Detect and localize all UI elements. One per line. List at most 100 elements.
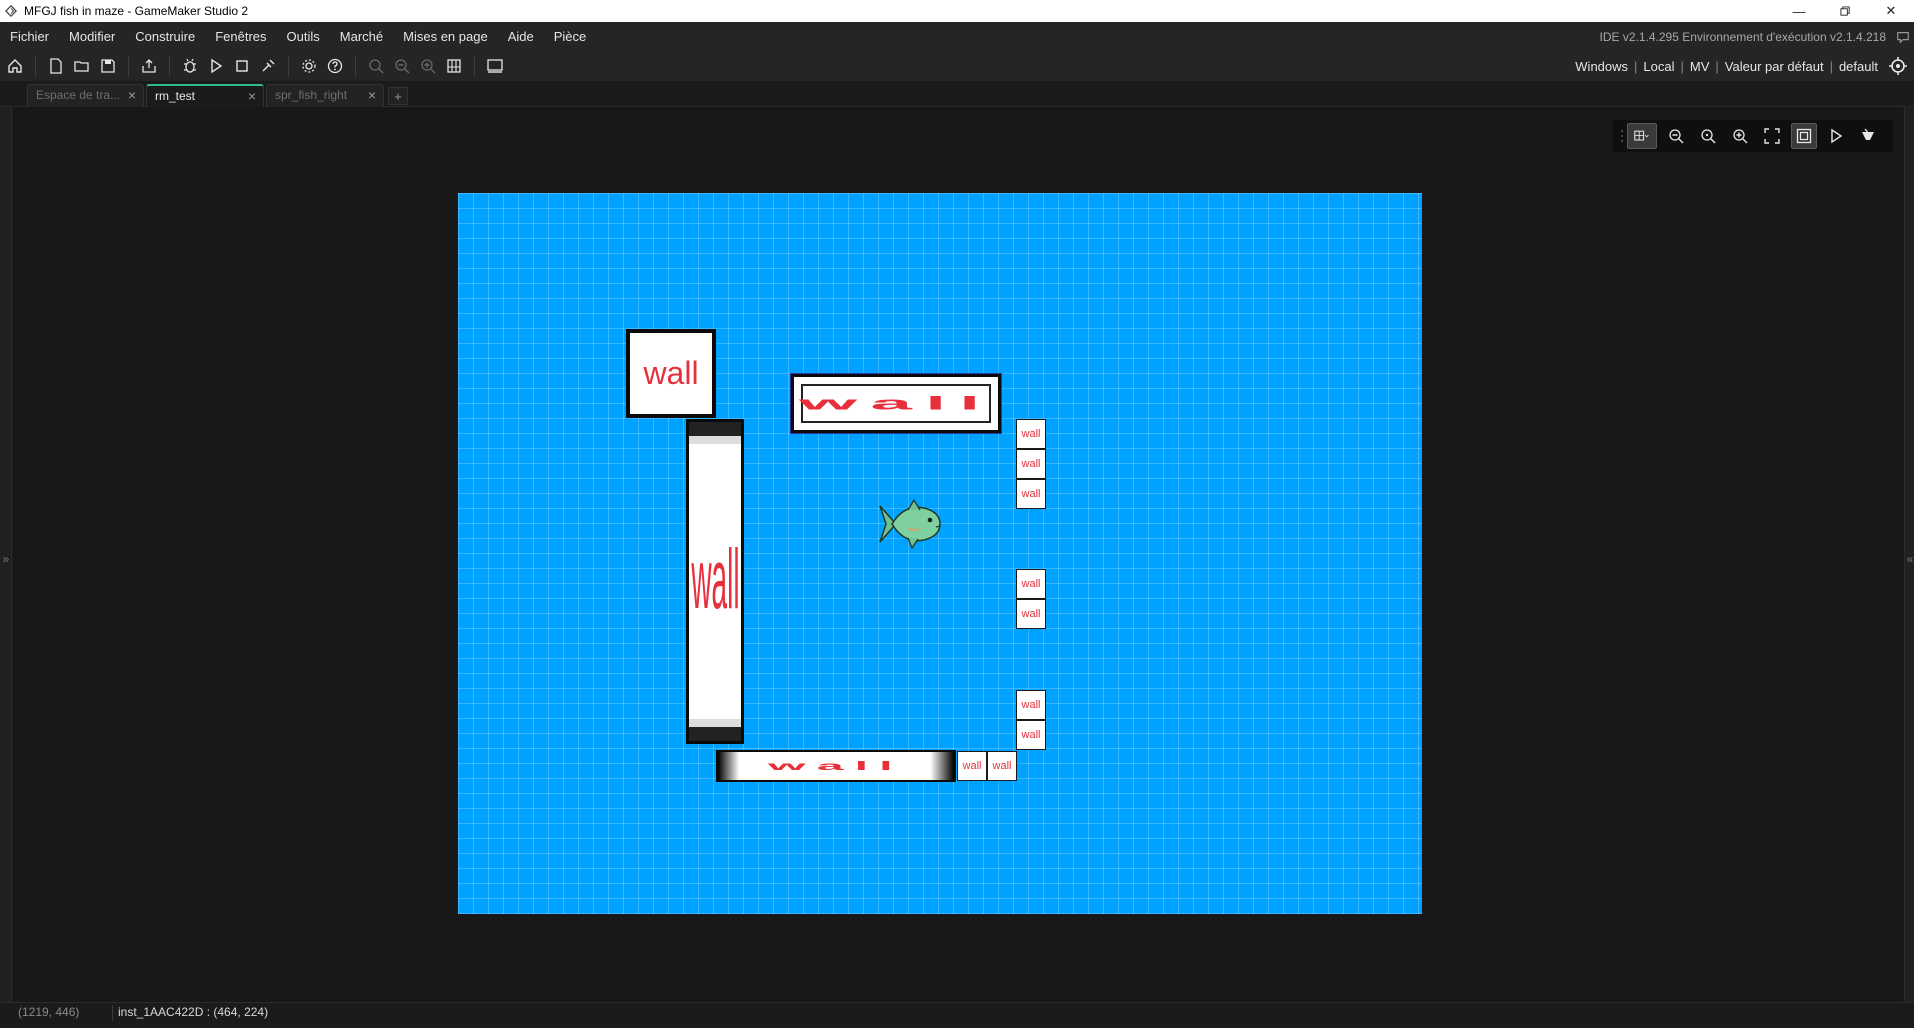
wall-instance[interactable]: wall xyxy=(686,419,744,744)
wall-instance[interactable]: wall xyxy=(1016,720,1046,750)
menu-outils[interactable]: Outils xyxy=(277,22,330,51)
menu-marche[interactable]: Marché xyxy=(330,22,393,51)
wall-label: wall xyxy=(962,760,982,772)
add-tab-button[interactable]: + xyxy=(388,87,408,105)
zoom-out-icon[interactable] xyxy=(1663,123,1689,149)
wall-instance[interactable]: wall xyxy=(957,751,987,781)
wall-instance[interactable]: wall xyxy=(626,329,716,418)
toolbar-divider xyxy=(355,56,356,76)
wall-label: wall xyxy=(1021,458,1041,470)
close-icon[interactable]: × xyxy=(125,85,139,106)
stop-icon[interactable] xyxy=(231,55,253,77)
wall-instance[interactable]: wall xyxy=(716,750,956,782)
wall-instance[interactable]: wall xyxy=(790,373,1002,434)
toolbar-divider xyxy=(128,56,129,76)
menu-aide[interactable]: Aide xyxy=(498,22,544,51)
menu-construire[interactable]: Construire xyxy=(125,22,205,51)
layout-icon[interactable] xyxy=(443,55,465,77)
wall-label: wall xyxy=(1021,699,1041,711)
menu-piece[interactable]: Pièce xyxy=(544,22,597,51)
fit-icon[interactable] xyxy=(1759,123,1785,149)
home-icon[interactable] xyxy=(4,55,26,77)
room-toolbar xyxy=(1613,120,1893,152)
tab-spr-fish-right[interactable]: spr_fish_right × xyxy=(266,84,384,107)
target-vm[interactable]: MV xyxy=(1690,59,1710,74)
run-icon[interactable] xyxy=(205,55,227,77)
wall-label: wall xyxy=(1021,488,1041,500)
restore-icon[interactable] xyxy=(1822,0,1868,22)
minimize-icon[interactable]: — xyxy=(1776,0,1822,22)
expand-left-icon[interactable]: « xyxy=(1905,552,1914,566)
target-icon[interactable] xyxy=(1886,54,1910,78)
wall-label: wall xyxy=(643,355,699,391)
status-divider xyxy=(112,1005,113,1021)
main-toolbar: Windows | Local | MV | Valeur par défaut… xyxy=(0,51,1914,81)
tab-workspace[interactable]: Espace de tra... × xyxy=(27,84,144,107)
menu-modifier[interactable]: Modifier xyxy=(59,22,125,51)
create-executable-icon[interactable] xyxy=(138,55,160,77)
play-icon[interactable] xyxy=(1823,123,1849,149)
left-panel-collapsed[interactable]: » xyxy=(0,107,12,1002)
wall-label: wall xyxy=(798,392,994,414)
menu-fenetres[interactable]: Fenêtres xyxy=(205,22,276,51)
wall-label: wall xyxy=(768,758,904,773)
save-project-icon[interactable] xyxy=(97,55,119,77)
clear-icon[interactable] xyxy=(1855,123,1881,149)
target-config-default[interactable]: default xyxy=(1839,59,1878,74)
wall-instance[interactable]: wall xyxy=(1016,419,1046,449)
zoom-out-icon[interactable] xyxy=(391,55,413,77)
wall-instance[interactable]: wall xyxy=(987,751,1017,781)
zoom-in-icon[interactable] xyxy=(417,55,439,77)
room-canvas[interactable]: wall wall wall wall wall wall wall wall … xyxy=(458,193,1422,914)
game-options-icon[interactable] xyxy=(298,55,320,77)
toolbar-divider xyxy=(169,56,170,76)
close-icon[interactable]: ✕ xyxy=(1868,0,1914,22)
fish-instance[interactable] xyxy=(878,498,942,550)
wall-instance[interactable]: wall xyxy=(1016,569,1046,599)
target-selector[interactable]: Windows | Local | MV | Valeur par défaut… xyxy=(1575,54,1914,78)
help-icon[interactable] xyxy=(324,55,346,77)
tab-label: Espace de tra... xyxy=(36,88,121,102)
close-icon[interactable]: × xyxy=(245,86,259,107)
tab-rm-test[interactable]: rm_test × xyxy=(146,84,264,107)
expand-right-icon[interactable]: » xyxy=(0,552,12,566)
drag-handle-icon[interactable] xyxy=(1619,127,1625,145)
chat-icon[interactable] xyxy=(1892,30,1914,44)
status-bar: (1219, 446) inst_1AAC422D : (464, 224) xyxy=(0,1002,1914,1028)
target-config[interactable]: Valeur par défaut xyxy=(1725,59,1824,74)
menu-bar: Fichier Modifier Construire Fenêtres Out… xyxy=(0,22,1914,51)
debug-icon[interactable] xyxy=(179,55,201,77)
tab-label: spr_fish_right xyxy=(275,88,348,102)
menu-mises-en-page[interactable]: Mises en page xyxy=(393,22,498,51)
wall-label: wall xyxy=(992,760,1012,772)
wall-label: wall xyxy=(1021,428,1041,440)
wall-instance[interactable]: wall xyxy=(1016,599,1046,629)
zoom-in-icon[interactable] xyxy=(1727,123,1753,149)
tab-label: rm_test xyxy=(155,89,196,103)
grid-icon[interactable] xyxy=(1627,123,1657,149)
wall-instance[interactable]: wall xyxy=(1016,479,1046,509)
wall-label: wall xyxy=(1021,608,1041,620)
output-window-icon[interactable] xyxy=(484,55,506,77)
new-project-icon[interactable] xyxy=(45,55,67,77)
wall-instance[interactable]: wall xyxy=(1016,449,1046,479)
ide-version-label: IDE v2.1.4.295 Environnement d'exécution… xyxy=(1599,29,1886,44)
title-bar: MFGJ fish in maze - GameMaker Studio 2 —… xyxy=(0,0,1914,22)
mouse-coordinates: (1219, 446) xyxy=(18,1005,80,1019)
close-icon[interactable]: × xyxy=(365,85,379,106)
clean-icon[interactable] xyxy=(257,55,279,77)
menu-fichier[interactable]: Fichier xyxy=(0,22,59,51)
target-platform[interactable]: Windows xyxy=(1575,59,1628,74)
frame-icon[interactable] xyxy=(1791,123,1817,149)
fish-icon xyxy=(879,498,941,550)
zoom-reset-icon[interactable] xyxy=(365,55,387,77)
window-title: MFGJ fish in maze - GameMaker Studio 2 xyxy=(24,4,249,18)
wall-instance[interactable]: wall xyxy=(1016,690,1046,720)
toolbar-divider xyxy=(35,56,36,76)
target-device[interactable]: Local xyxy=(1643,59,1674,74)
zoom-reset-icon[interactable] xyxy=(1695,123,1721,149)
right-panel-collapsed[interactable]: « xyxy=(1904,107,1914,1002)
selected-instance-info: inst_1AAC422D : (464, 224) xyxy=(118,1005,269,1019)
toolbar-divider xyxy=(474,56,475,76)
open-project-icon[interactable] xyxy=(71,55,93,77)
